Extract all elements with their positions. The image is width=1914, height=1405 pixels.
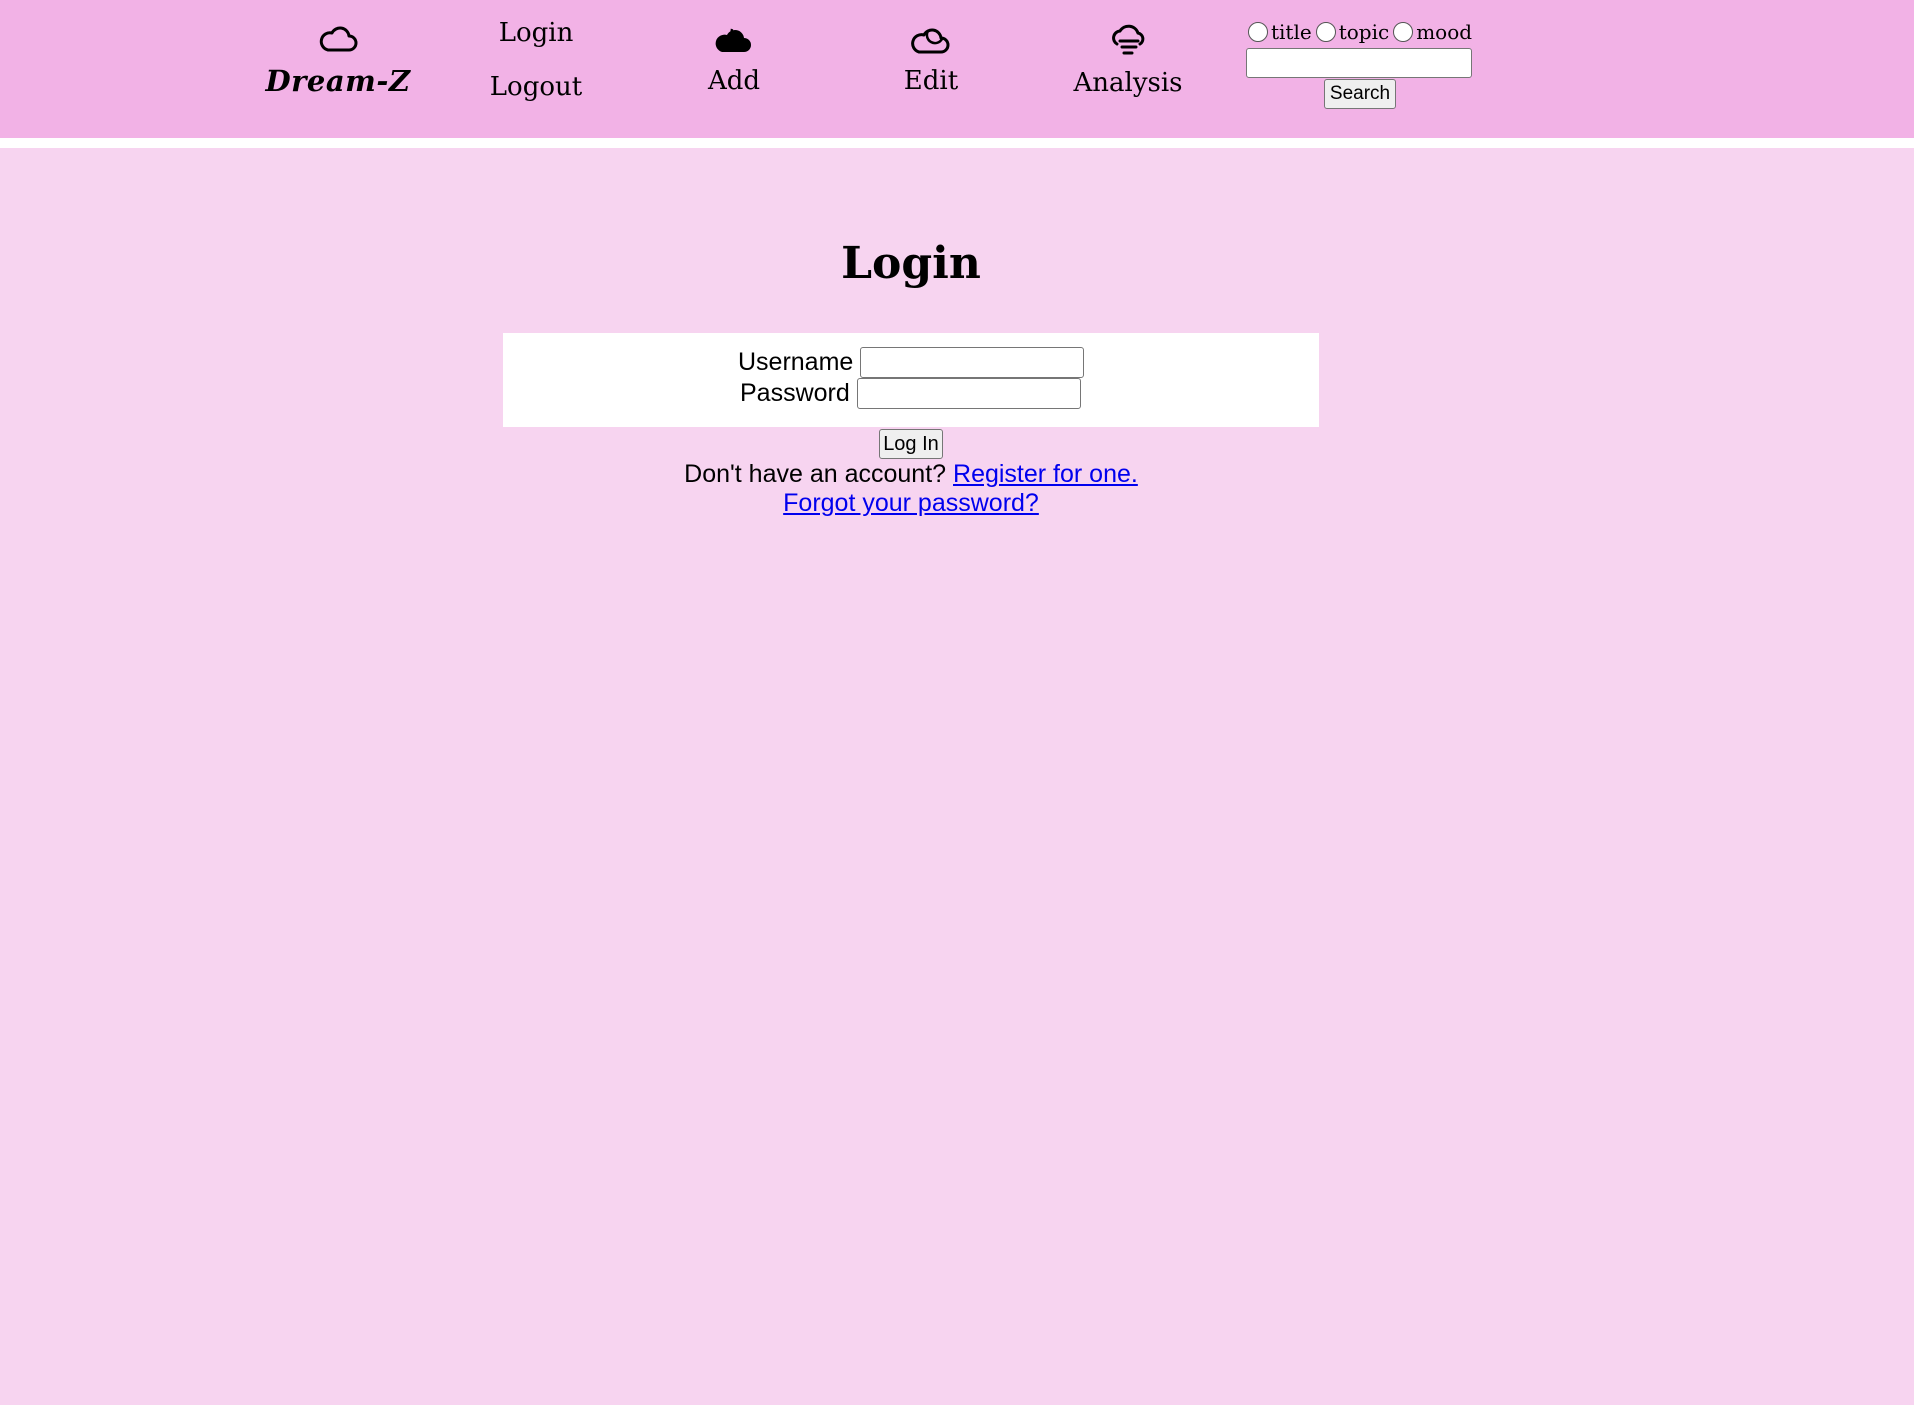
radio-title[interactable] [1248,22,1268,42]
password-field[interactable] [856,378,1081,409]
cloud-moon-icon [654,22,814,56]
navbar: Dream-Z Login Logout Add Edit Analysis t… [0,0,1914,138]
register-prompt-text: Don't have an account? [684,460,947,488]
cloud-fog-icon [1048,22,1208,58]
auth-links: Login Logout [456,18,616,102]
nav-edit-label: Edit [903,66,959,96]
forgot-password-link[interactable]: Forgot your password? [783,489,1039,517]
cloud-icon [258,22,418,56]
register-prompt: Don't have an account? Register for one. [0,459,1822,489]
logout-link[interactable]: Logout [456,72,616,102]
nav-add[interactable]: Add [654,22,814,96]
cloud-moon-outline-icon [851,22,1011,56]
login-form: Username Password [503,333,1319,427]
nav-add-label: Add [707,66,761,96]
search-input[interactable] [1246,48,1472,78]
nav-divider [0,138,1914,148]
password-row: Password [740,378,1081,409]
radio-mood-label: mood [1416,20,1473,44]
search-form: title topic mood Search [1246,20,1476,109]
login-link[interactable]: Login [456,18,616,48]
page-title: Login [841,238,981,289]
username-label: Username [738,348,854,376]
brand-link[interactable]: Dream-Z [258,22,418,98]
radio-mood[interactable] [1393,22,1414,42]
forgot-password-row: Forgot your password? [0,488,1822,518]
radio-topic-label: topic [1338,20,1390,44]
password-label: Password [740,379,850,407]
brand-name: Dream-Z [265,64,411,98]
search-filter-radios: title topic mood [1246,20,1476,44]
nav-edit[interactable]: Edit [851,22,1011,96]
register-link[interactable]: Register for one. [953,460,1138,488]
nav-analysis-label: Analysis [1073,68,1183,98]
search-button[interactable]: Search [1324,79,1396,109]
login-button[interactable]: Log In [879,429,943,459]
nav-analysis[interactable]: Analysis [1048,22,1208,98]
username-row: Username [738,347,1085,378]
radio-topic[interactable] [1315,22,1336,42]
username-field[interactable] [860,347,1085,378]
radio-title-label: title [1271,20,1312,44]
